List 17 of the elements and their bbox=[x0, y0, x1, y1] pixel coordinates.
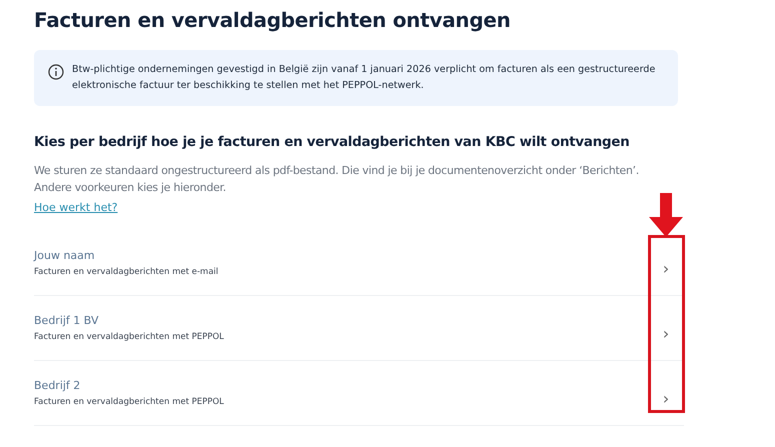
chevron-icon[interactable]: › bbox=[659, 388, 673, 408]
down-arrow bbox=[649, 193, 683, 237]
help-link[interactable]: Hoe werkt het? bbox=[34, 199, 118, 217]
company-name: Jouw naam bbox=[34, 249, 95, 262]
delivery-method: Facturen en vervaldagberichten met PEPPOL bbox=[34, 332, 224, 342]
description-text: We sturen ze standaard ongestructureerd als pdf-bestand. Die vind je bij je documentenoverzicht onder ‘Berichten’. bbox=[34, 163, 639, 179]
company-name: Bedrijf 1 BV bbox=[34, 314, 99, 327]
company-name: Bedrijf 2 bbox=[34, 379, 80, 392]
description-text: Andere voorkeuren kies je hieronder. bbox=[34, 180, 226, 196]
info-text: Btw-plichtige ondernemingen gevestigd in België zijn vanaf 1 januari 2026 verplicht om facturen als een gestructureerde elektronische factuur ter beschikking te stellen met het PEPPOL-netwerk. bbox=[72, 63, 656, 93]
page-title: Facturen en vervaldagberichten ontvangen bbox=[34, 8, 512, 32]
delivery-method: Facturen en vervaldagberichten met e-mail bbox=[34, 267, 218, 277]
info-icon bbox=[48, 64, 64, 80]
chevron-icon[interactable]: › bbox=[659, 258, 673, 278]
chevron-icon[interactable]: › bbox=[659, 324, 673, 342]
section-heading: Kies per bedrijf hoe je je facturen en vervaldagberichten van KBC wilt ontvangen bbox=[34, 134, 630, 150]
delivery-method: Facturen en vervaldagberichten met PEPPOL bbox=[34, 397, 224, 407]
